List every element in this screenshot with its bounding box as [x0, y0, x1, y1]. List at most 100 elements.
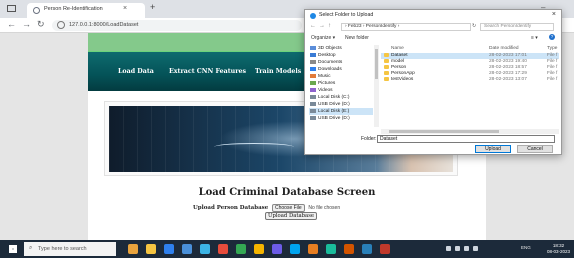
taskbar-app-icon[interactable] [344, 244, 354, 254]
dialog-forward-icon[interactable]: → [319, 23, 325, 29]
navigation-pane-scrollbar[interactable] [374, 45, 379, 127]
clock[interactable]: 18:32 08-03-2023 [547, 243, 570, 255]
column-date-modified[interactable]: Date modified [489, 46, 519, 51]
tab-actions-icon[interactable] [7, 5, 16, 12]
tree-item[interactable]: USB Drive (D:) [309, 101, 373, 108]
dialog-refresh-icon[interactable]: ↻ [472, 23, 476, 29]
folder-icon [310, 102, 316, 106]
taskbar-app-icon[interactable] [254, 244, 264, 254]
taskbar-app-icon[interactable] [236, 244, 246, 254]
battery-icon[interactable] [464, 246, 469, 251]
tree-item[interactable]: Local Disk (C:) [309, 94, 373, 101]
folder-icon [310, 46, 316, 50]
reload-icon[interactable]: ↻ [37, 19, 45, 30]
clock-date: 08-03-2023 [547, 249, 571, 254]
taskbar-app-icon[interactable] [362, 244, 372, 254]
taskbar-app-icon[interactable] [326, 244, 336, 254]
tree-item[interactable]: Desktop [309, 52, 373, 59]
folder-input[interactable]: Dataset [377, 135, 555, 143]
folder-icon [384, 59, 389, 63]
taskbar-app-icon[interactable] [128, 244, 138, 254]
info-icon[interactable] [57, 21, 65, 29]
volume-icon[interactable] [455, 246, 460, 251]
language-indicator[interactable]: ENG [521, 245, 531, 250]
dialog-address-row: ← → ↑ › Feb23 › PersonIdentify › ↻ Searc… [305, 21, 561, 33]
file-name: testVideos [391, 77, 414, 82]
dialog-title: Select Folder to Upload [319, 12, 374, 18]
tree-item[interactable]: Music [309, 73, 373, 80]
close-tab-icon[interactable]: × [123, 5, 127, 12]
dialog-command-bar: Organize ▾ New folder ≡ ▾ ? [305, 34, 561, 43]
dialog-search-input[interactable]: Search PersonIdentify [480, 23, 554, 31]
dialog-close-icon[interactable]: × [552, 11, 556, 18]
globe-icon [33, 7, 40, 14]
organize-menu[interactable]: Organize ▾ [311, 35, 335, 41]
url-text: 127.0.0.1:8000/LoadDataset [69, 22, 139, 28]
tree-item-label: USB Drive (D:) [318, 102, 350, 107]
dialog-path-field[interactable]: › Feb23 › PersonIdentify › [341, 23, 471, 31]
navigation-pane: 3D Objects Desktop Documents Downloads Music… [309, 45, 373, 127]
new-folder-button[interactable]: New folder [345, 35, 369, 41]
column-type[interactable]: Type [547, 46, 557, 51]
folder-icon [310, 95, 316, 99]
cancel-button[interactable]: Cancel [517, 145, 553, 153]
back-arrow-icon[interactable]: ← [7, 19, 16, 29]
taskbar-app-icon[interactable] [164, 244, 174, 254]
taskbar-app-icon[interactable] [200, 244, 210, 254]
choose-file-button[interactable]: Choose File [271, 204, 305, 212]
taskbar-app-icon[interactable] [290, 244, 300, 254]
network-icon[interactable] [446, 246, 451, 251]
help-icon[interactable]: ? [549, 34, 555, 40]
file-list-scrollbar[interactable] [381, 129, 559, 134]
tree-item-label: Pictures [318, 81, 336, 86]
search-icon: ⌕ [29, 245, 33, 251]
taskbar-app-icon[interactable] [182, 244, 192, 254]
tree-item[interactable]: Documents [309, 59, 373, 66]
upload-database-button[interactable]: Upload Database [265, 212, 318, 220]
taskbar-app-icon[interactable] [218, 244, 228, 254]
tree-item[interactable]: Downloads [309, 66, 373, 73]
file-date-modified: 28-02-2023 13:07 [489, 77, 527, 82]
tree-item[interactable]: USB Drive (D:) [309, 115, 373, 122]
file-row[interactable]: testVideos 28-02-2023 13:07 File f [381, 77, 559, 83]
folder-icon [310, 67, 316, 71]
taskbar-search-placeholder: Type here to search [38, 246, 87, 252]
select-folder-dialog: Select Folder to Upload × ← → ↑ › Feb23 … [304, 9, 562, 155]
tree-item-label: Local Disk (C:) [318, 95, 350, 100]
taskbar-app-icon[interactable] [146, 244, 156, 254]
folder-icon [310, 53, 316, 57]
dialog-back-icon[interactable]: ← [310, 23, 316, 29]
tree-item-label: 3D Objects [318, 46, 342, 51]
folder-icon [310, 109, 316, 113]
file-list-header: Name Date modified Type [381, 45, 559, 53]
new-tab-button[interactable]: + [150, 2, 155, 12]
url-field[interactable]: 127.0.0.1:8000/LoadDataset [52, 20, 302, 31]
folder-label: Folder: [361, 136, 377, 142]
nav-load-data[interactable]: Load Data [118, 68, 154, 75]
upload-button[interactable]: Upload [475, 145, 511, 153]
upload-row: Upload Person Database Choose File No fi… [193, 204, 340, 212]
forward-arrow-icon[interactable]: → [22, 19, 31, 29]
column-name[interactable]: Name [391, 46, 404, 51]
tree-item-label: Downloads [318, 67, 342, 72]
tree-item[interactable]: 3D Objects [309, 45, 373, 52]
folder-icon [384, 77, 389, 81]
tree-item-label: Documents [318, 60, 343, 65]
tree-item[interactable]: Local Disk (E:) [309, 108, 373, 115]
folder-icon [384, 71, 389, 75]
tab-title: Person Re-Identification [44, 6, 103, 12]
view-options-icon[interactable]: ≡ ▾ [531, 35, 538, 41]
browser-tab[interactable]: Person Re-Identification × [27, 3, 145, 18]
upload-label: Upload Person Database [193, 205, 269, 211]
windows-start-icon[interactable] [9, 245, 17, 253]
taskbar-app-icon[interactable] [308, 244, 318, 254]
taskbar-search-box[interactable]: ⌕ Type here to search [24, 242, 116, 256]
taskbar-app-icon[interactable] [380, 244, 390, 254]
cloud-icon[interactable] [473, 246, 478, 251]
dialog-up-icon[interactable]: ↑ [328, 23, 331, 29]
tree-item[interactable]: Pictures [309, 80, 373, 87]
nav-train-models[interactable]: Train Models [255, 68, 301, 75]
taskbar-app-icon[interactable] [272, 244, 282, 254]
nav-extract-cnn-features[interactable]: Extract CNN Features [169, 68, 246, 75]
tree-item[interactable]: Videos [309, 87, 373, 94]
